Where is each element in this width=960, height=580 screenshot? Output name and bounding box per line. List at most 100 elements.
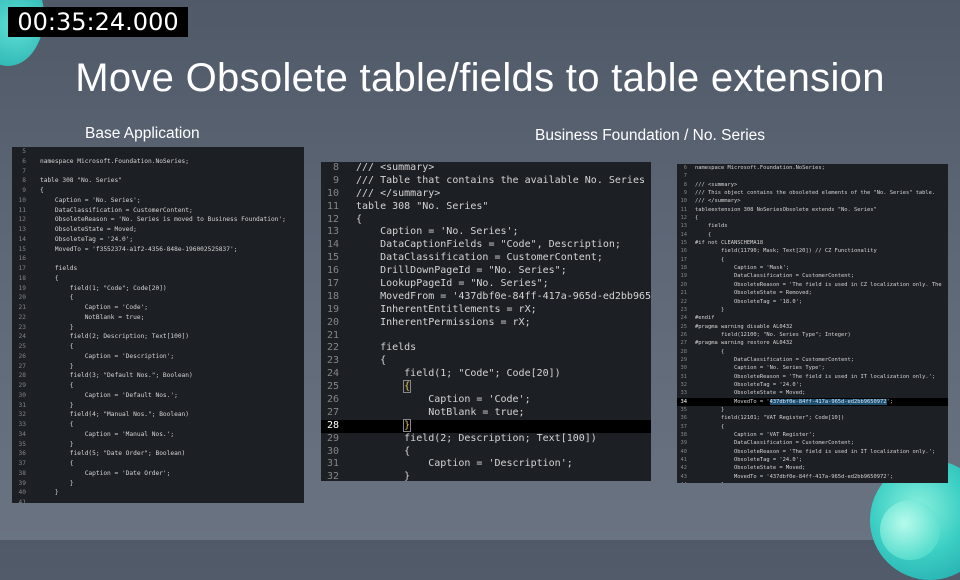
line-number: 5 — [22, 148, 26, 155]
line-number: 27 — [680, 340, 688, 347]
line-number: 10 — [18, 196, 26, 204]
line-code: namespace Microsoft.Foundation.NoSeries; — [695, 165, 825, 171]
line-code: DataClassification = CustomerContent; — [695, 273, 855, 280]
code-line: 11 tableextension 308 NoSeriesObsolete ex… — [677, 206, 948, 214]
code-line: 19 field(1; "Code"; Code[20]) — [12, 284, 304, 294]
line-code: LookupPageId = "No. Series"; — [356, 278, 549, 290]
code-line: 11 DataClassification = CustomerContent; — [12, 206, 304, 216]
line-code: /// </summary> — [356, 187, 441, 199]
code-line: 17 LookupPageId = "No. Series"; — [321, 278, 651, 291]
code-line: 17 fields — [12, 264, 304, 274]
decorative-shape-bottom-right-inner — [880, 500, 940, 560]
line-code: { — [695, 231, 712, 238]
code-line: 23 } — [12, 323, 304, 333]
line-code: #pragma warning disable AL0432 — [695, 323, 793, 330]
line-number: 7 — [683, 173, 687, 180]
line-number: 21 — [326, 329, 339, 341]
code-line: 11 table 308 "No. Series" — [321, 201, 651, 214]
code-line: 16 — [12, 254, 304, 264]
code-line: 18 MovedFrom = '437dbf0e-84ff-417a-965d-… — [321, 291, 651, 304]
code-panel-base-application: 5 6 namespace Microsoft.Foundation.NoSerie… — [12, 147, 304, 503]
line-number: 10 — [326, 187, 339, 199]
line-code: NotBlank = true; — [40, 313, 145, 321]
code-line: 32 ObsoleteTag = '24.0'; — [677, 381, 948, 389]
code-line: 20 { — [12, 293, 304, 303]
line-number: 43 — [680, 473, 688, 480]
code-line: 12 { — [321, 214, 651, 227]
code-panel-no-series-table: 8 /// <summary> 9 /// Table that contains t… — [321, 162, 651, 481]
code-line: 13 fields — [677, 222, 948, 230]
line-number: 16 — [326, 265, 339, 277]
line-code: ObsoleteReason = 'The field is used in C… — [695, 281, 942, 288]
code-line: 25 { — [321, 380, 651, 394]
line-code: MovedTo = '437dbf0e-84ff-417a-965d-ed2bb… — [695, 398, 893, 405]
code-line: 37 { — [12, 459, 304, 469]
line-code: field(11790; Mask; Text[20]) // CZ Funct… — [695, 248, 877, 255]
code-line: 6 namespace Microsoft.Foundation.NoSeries… — [677, 164, 948, 172]
line-code: field(5; "Date Order"; Boolean) — [40, 450, 186, 458]
line-number: 8 — [683, 181, 687, 188]
line-code: } — [40, 440, 74, 448]
line-code: ObsoleteTag = '24.0'; — [695, 457, 803, 464]
line-code: { — [356, 213, 363, 225]
code-line: 29 field(2; Description; Text[100]) — [321, 433, 651, 446]
line-number: 30 — [680, 365, 688, 372]
line-number: 24 — [680, 315, 688, 322]
code-line: 20 InherentPermissions = rX; — [321, 317, 651, 330]
line-code: DrillDownPageId = "No. Series"; — [356, 265, 567, 277]
line-code: } — [40, 489, 59, 497]
line-number: 33 — [18, 421, 26, 428]
code-line: 7 — [12, 167, 304, 177]
code-line: 36 field(5; "Date Order"; Boolean) — [12, 449, 304, 459]
line-code: field(4; "Manual Nos."; Boolean) — [40, 411, 190, 419]
line-code: Caption = 'Description'; — [40, 352, 175, 360]
line-number: 6 — [683, 165, 687, 171]
matched-bracket: { — [403, 380, 412, 394]
line-code: ObsoleteState = Moved; — [40, 226, 137, 233]
line-code: } — [695, 481, 724, 483]
code-line: 43 MovedTo = '437dbf0e-84ff-417a-965d-ed… — [677, 473, 948, 481]
line-number: 30 — [326, 445, 339, 457]
line-code: { — [695, 423, 725, 430]
code-line: 33 { — [12, 420, 304, 430]
line-number: 11 — [680, 206, 688, 213]
line-number: 14 — [18, 235, 26, 243]
line-number: 30 — [18, 391, 26, 399]
code-line: 26 Caption = 'Code'; — [321, 394, 651, 407]
line-number: 15 — [18, 245, 26, 253]
line-number: 44 — [677, 481, 688, 483]
line-number: 12 — [326, 213, 339, 225]
line-number: 7 — [22, 167, 26, 175]
line-code: /// <summary> — [695, 181, 738, 188]
line-code: field(12101; "VAT Register"; Code[10]) — [695, 415, 845, 422]
line-number: 23 — [680, 306, 688, 313]
code-line: 21 ObsoleteState = Removed; — [677, 289, 948, 297]
code-line: 31 ObsoleteReason = 'The field is used i… — [677, 373, 948, 381]
code-line: 14 ObsoleteTag = '24.0'; — [12, 235, 304, 245]
line-number: 41 — [18, 499, 26, 503]
line-number: 35 — [18, 440, 26, 448]
code-line: 20 ObsoleteReason = 'The field is used i… — [677, 281, 948, 289]
line-code: table 308 "No. Series" — [40, 177, 122, 185]
line-number: 21 — [18, 304, 26, 311]
line-code: DataClassification = CustomerContent; — [695, 440, 855, 447]
line-number: 32 — [18, 411, 26, 419]
line-number: 20 — [18, 294, 26, 302]
line-number: 19 — [680, 273, 688, 280]
line-number: 24 — [18, 333, 26, 341]
line-code: ObsoleteState = Moved; — [695, 465, 806, 472]
line-number: 13 — [326, 226, 339, 238]
code-line: 7 — [677, 172, 948, 180]
line-number: 40 — [18, 489, 26, 497]
line-code: Caption = 'No. Series'; — [356, 226, 519, 238]
line-number: 10 — [680, 198, 688, 205]
line-number: 41 — [680, 457, 688, 464]
line-number: 13 — [18, 226, 26, 233]
code-line: 10 /// </summary> — [677, 197, 948, 205]
code-line: 12 ObsoleteReason = 'No. Series is moved… — [12, 215, 304, 225]
line-code: MovedFrom = '437dbf0e-84ff-417a-965d-ed2… — [380, 290, 651, 302]
line-code: } — [40, 401, 74, 409]
line-number: 27 — [326, 406, 339, 418]
line-number: 14 — [326, 239, 339, 251]
code-line: 25 #pragma warning disable AL0432 — [677, 323, 948, 331]
